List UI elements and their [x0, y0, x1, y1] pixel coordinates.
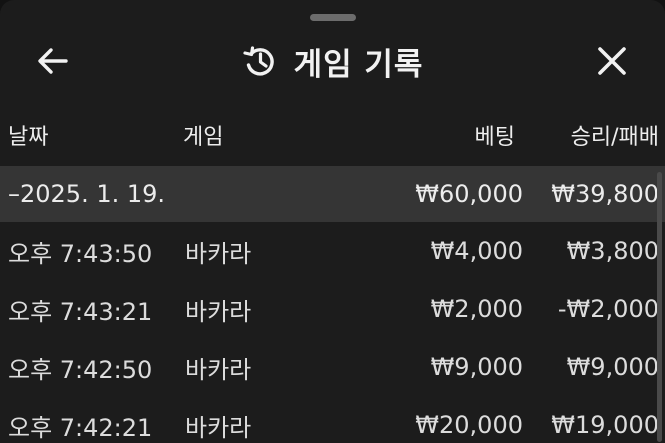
row-time: 오후 7:43:50: [8, 239, 153, 268]
row-game: 바카라: [185, 239, 252, 268]
close-button[interactable]: [589, 40, 635, 82]
title-group: 게임 기록: [0, 38, 665, 84]
row-bet: ₩9,000: [430, 353, 523, 381]
row-game: 바카라: [185, 297, 252, 326]
history-table: –2025. 1. 19. ₩60,000 ₩39,800 오후 7:43:50…: [0, 166, 665, 443]
row-result: -₩2,000: [557, 295, 659, 323]
date-group-row[interactable]: –2025. 1. 19. ₩60,000 ₩39,800: [0, 166, 665, 222]
column-header-result: 승리/패배: [570, 125, 659, 150]
table-row[interactable]: 오후 7:42:50 바카라 ₩9,000 ₩9,000: [0, 338, 665, 396]
row-time: 오후 7:42:21: [8, 413, 153, 442]
column-header-bet: 베팅: [474, 125, 515, 150]
close-icon: [598, 47, 626, 75]
row-time: 오후 7:43:21: [8, 297, 153, 326]
row-result: ₩9,000: [566, 353, 659, 381]
date-group-label: –2025. 1. 19.: [8, 180, 166, 208]
row-bet: ₩4,000: [430, 237, 523, 265]
header: 게임 기록: [0, 28, 665, 94]
page-title: 게임 기록: [293, 46, 424, 83]
row-bet: ₩20,000: [415, 411, 523, 439]
row-game: 바카라: [185, 413, 252, 442]
row-time: 오후 7:42:50: [8, 355, 153, 384]
table-row[interactable]: 오후 7:42:21 바카라 ₩20,000 ₩19,000: [0, 396, 665, 443]
row-result: ₩19,000: [551, 411, 659, 439]
table-row[interactable]: 오후 7:43:50 바카라 ₩4,000 ₩3,800: [0, 222, 665, 280]
row-result: ₩3,800: [566, 237, 659, 265]
game-history-sheet: 게임 기록 날짜 게임 베팅 승리/패배 –2025. 1. 19. ₩60,0…: [0, 0, 665, 443]
drag-handle[interactable]: [310, 14, 356, 21]
row-bet: ₩2,000: [430, 295, 523, 323]
table-row[interactable]: 오후 7:43:21 바카라 ₩2,000 -₩2,000: [0, 280, 665, 338]
column-header-date: 날짜: [8, 125, 49, 150]
column-header-game: 게임: [183, 125, 224, 150]
date-group-result-total: ₩39,800: [551, 180, 659, 208]
scrollbar[interactable]: [657, 172, 662, 442]
history-icon: [242, 46, 274, 76]
date-group-bet-total: ₩60,000: [415, 180, 523, 208]
row-game: 바카라: [185, 355, 252, 384]
